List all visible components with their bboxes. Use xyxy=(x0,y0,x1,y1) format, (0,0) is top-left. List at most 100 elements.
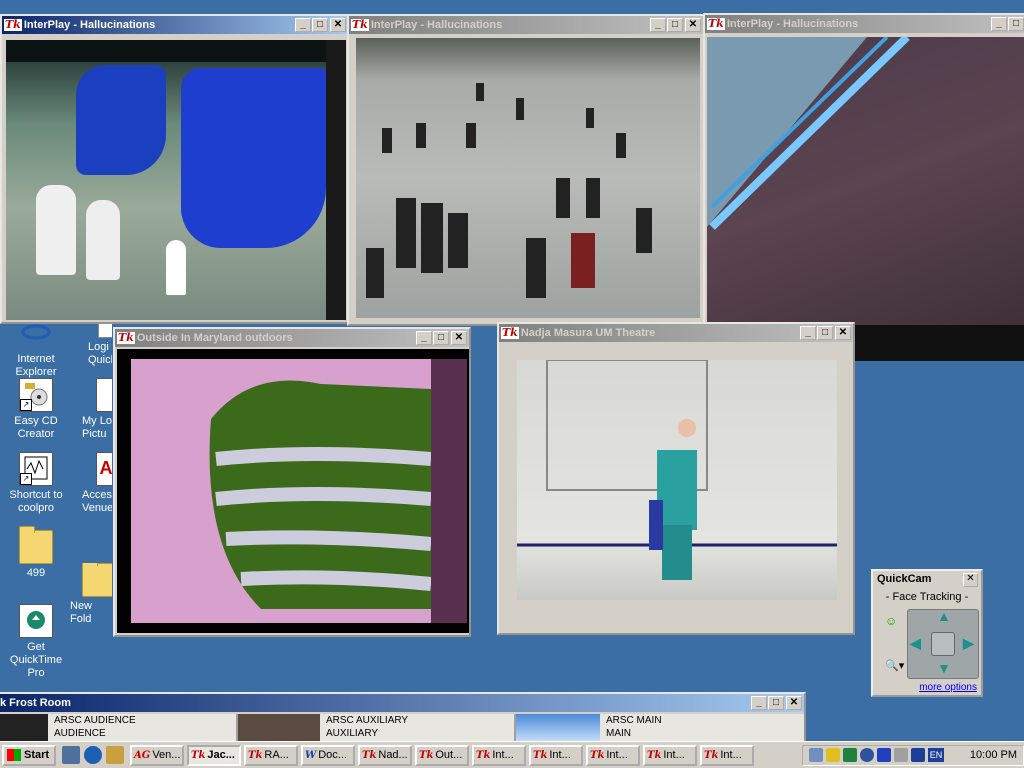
video-feed xyxy=(356,38,700,318)
app-icon: AG xyxy=(134,749,151,761)
video-feed xyxy=(707,37,1024,327)
close-button[interactable]: ✕ xyxy=(330,18,346,32)
window-title: Nadja Masura UM Theatre xyxy=(520,327,656,339)
quick-launch xyxy=(62,746,124,764)
venue-pane-title: ARSC AUXILIARY xyxy=(326,715,409,726)
access-venue-shortcut[interactable]: A Acces Venue xyxy=(72,452,112,515)
logitech-shortcut[interactable]: Logi Quick xyxy=(72,318,112,367)
maximize-button[interactable]: □ xyxy=(312,18,328,32)
maximize-button[interactable]: □ xyxy=(768,696,784,710)
venue-pane-subtitle: AUXILIARY xyxy=(326,728,379,739)
pan-tilt-pad[interactable]: ▲ ◀ ▶ ▼ xyxy=(907,608,979,679)
minimize-button[interactable]: _ xyxy=(751,696,767,710)
internet-explorer-shortcut[interactable]: Internet Explorer xyxy=(0,318,72,379)
venue-thumbnail xyxy=(0,714,48,742)
tk-icon: Tk xyxy=(590,749,605,761)
tk-icon: Tk xyxy=(362,749,377,761)
interplay-window-3[interactable]: Tk InterPlay - Hallucinations _ □ xyxy=(703,13,1024,327)
venue-pane[interactable]: ARSC AUDIENCE AUDIENCE xyxy=(0,714,238,742)
face-icon[interactable]: ☺ xyxy=(885,614,897,628)
folder-499[interactable]: 499 xyxy=(0,526,72,580)
video-feed xyxy=(517,360,837,600)
window-title: k Frost Room xyxy=(0,697,71,709)
flag-image xyxy=(209,359,467,623)
maximize-button[interactable]: □ xyxy=(1008,17,1024,31)
tk-icon: Tk xyxy=(533,749,548,761)
taskbar-button[interactable]: Tk RA... xyxy=(244,744,298,766)
easy-cd-creator-shortcut[interactable]: ↗ Easy CD Creator xyxy=(0,378,72,441)
taskbar-button[interactable]: Tk Jac... xyxy=(187,744,241,766)
window-titlebar[interactable]: Tk InterPlay - Hallucinations _ □ ✕ xyxy=(2,16,348,34)
arrow-up-icon[interactable]: ▲ xyxy=(937,608,951,624)
zoom-icon[interactable]: 🔍▾ xyxy=(885,659,904,672)
eye-icon[interactable] xyxy=(877,748,891,762)
security-icon[interactable] xyxy=(911,748,925,762)
taskbar-button[interactable]: Tk Int... xyxy=(529,744,583,766)
taskbar-button[interactable]: Tk Int... xyxy=(643,744,697,766)
tk-icon: Tk xyxy=(647,749,662,761)
window-titlebar[interactable]: Tk Nadja Masura UM Theatre _ □ ✕ xyxy=(499,324,853,342)
minimize-button[interactable]: _ xyxy=(295,18,311,32)
interplay-window-1[interactable]: Tk InterPlay - Hallucinations _ □ ✕ xyxy=(0,14,350,324)
cd-creator-icon: ↗ xyxy=(19,378,53,412)
minimize-button[interactable]: _ xyxy=(416,331,432,345)
my-pictures-shortcut[interactable]: My Lo Pictu xyxy=(72,378,112,441)
minimize-button[interactable]: _ xyxy=(991,17,1007,31)
network-icon[interactable] xyxy=(809,748,823,762)
camera-icon[interactable] xyxy=(860,748,874,762)
maximize-button[interactable]: □ xyxy=(817,326,833,340)
maximize-button[interactable]: □ xyxy=(667,18,683,32)
minimize-button[interactable]: _ xyxy=(650,18,666,32)
coolpro-shortcut[interactable]: ↗ Shortcut to coolpro xyxy=(0,452,72,515)
taskbar-button[interactable]: AG Ven... xyxy=(130,744,184,766)
close-button[interactable]: ✕ xyxy=(685,18,701,32)
close-button[interactable]: ✕ xyxy=(835,326,851,340)
window-titlebar[interactable]: k Frost Room _ □ ✕ xyxy=(0,694,804,712)
power-icon[interactable] xyxy=(826,748,840,762)
desktop-icon-label: Acces Venue xyxy=(82,489,112,514)
taskbar-button[interactable]: Tk Out... xyxy=(415,744,469,766)
venue-pane[interactable]: ARSC AUXILIARY AUXILIARY xyxy=(238,714,516,742)
close-button[interactable]: ✕ xyxy=(786,696,802,710)
taskbar-button[interactable]: Tk Nad... xyxy=(358,744,412,766)
nadja-masura-window[interactable]: Tk Nadja Masura UM Theatre _ □ ✕ xyxy=(497,322,855,635)
tk-icon: Tk xyxy=(191,749,206,761)
volume-icon[interactable] xyxy=(894,748,908,762)
desktop: Internet Explorer Logi Quick ↗ Easy CD C… xyxy=(0,0,1024,744)
outlook-quicklaunch-icon[interactable] xyxy=(106,746,124,764)
maximize-button[interactable]: □ xyxy=(433,331,449,345)
minimize-button[interactable]: _ xyxy=(800,326,816,340)
close-button[interactable]: ✕ xyxy=(451,331,467,345)
language-indicator[interactable]: EN xyxy=(928,748,944,762)
frost-room-window[interactable]: k Frost Room _ □ ✕ ARSC AUDIENCE AUDIENC… xyxy=(0,692,806,744)
ie-quicklaunch-icon[interactable] xyxy=(84,746,102,764)
interplay-window-2[interactable]: Tk InterPlay - Hallucinations _ □ ✕ xyxy=(347,14,705,326)
face-tracking-label: - Face Tracking - xyxy=(885,591,969,603)
taskbar-button[interactable]: Tk Int... xyxy=(472,744,526,766)
arrow-left-icon[interactable]: ◀ xyxy=(910,635,921,652)
desktop-icon-label: My Lo Pictu xyxy=(82,415,112,440)
taskbar-button[interactable]: W Doc... xyxy=(301,744,355,766)
sync-icon[interactable] xyxy=(843,748,857,762)
more-options-link[interactable]: more options xyxy=(919,682,977,693)
taskbar-button[interactable]: Tk Int... xyxy=(586,744,640,766)
taskbar-button-label: RA... xyxy=(264,749,289,761)
show-desktop-icon[interactable] xyxy=(62,746,80,764)
quickcam-close-button[interactable]: ✕ xyxy=(963,573,978,587)
tk-icon: Tk xyxy=(707,17,725,30)
get-quicktime-shortcut[interactable]: Get QuickTime Pro xyxy=(0,604,72,680)
window-titlebar[interactable]: Tk InterPlay - Hallucinations _ □ ✕ xyxy=(349,16,703,34)
video-feed xyxy=(117,349,469,633)
center-icon[interactable] xyxy=(931,632,955,656)
quickcam-panel[interactable]: QuickCam ✕ - Face Tracking - ☺ 🔍▾ ▲ ◀ ▶ … xyxy=(871,569,983,697)
arrow-right-icon[interactable]: ▶ xyxy=(963,635,974,652)
window-titlebar[interactable]: Tk Outside In Maryland outdoors _ □ ✕ xyxy=(115,329,469,347)
start-button[interactable]: Start xyxy=(2,744,56,766)
window-titlebar[interactable]: Tk InterPlay - Hallucinations _ □ xyxy=(705,15,1024,33)
desktop-icon-label: Internet Explorer xyxy=(15,353,57,378)
outside-in-maryland-window[interactable]: Tk Outside In Maryland outdoors _ □ ✕ xyxy=(113,327,471,637)
venue-thumbnail xyxy=(238,714,320,742)
taskbar-button[interactable]: Tk Int... xyxy=(700,744,754,766)
arrow-down-icon[interactable]: ▼ xyxy=(937,660,951,676)
venue-pane[interactable]: ARSC MAIN MAIN xyxy=(516,714,804,742)
